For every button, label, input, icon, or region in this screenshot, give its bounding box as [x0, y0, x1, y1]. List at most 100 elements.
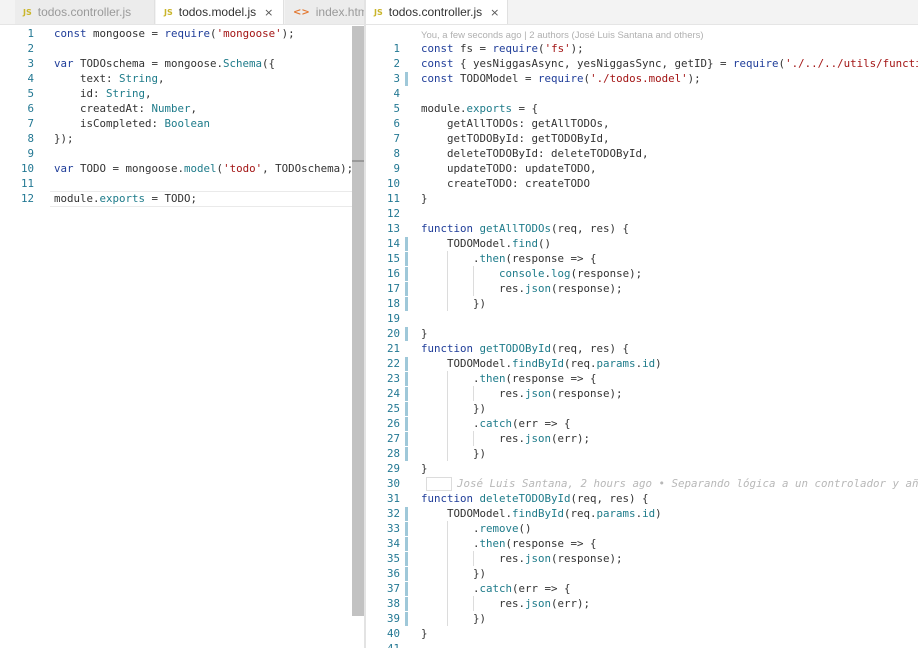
code-line[interactable]: 29} [366, 461, 918, 476]
code-line[interactable]: 27 res.json(err); [366, 431, 918, 446]
code-line[interactable]: 26 .catch(err => { [366, 416, 918, 431]
git-change-marker[interactable] [405, 537, 408, 551]
line-text[interactable]: var TODO = mongoose.model('todo', TODOsc… [54, 161, 353, 176]
code-line[interactable]: 6 createdAt: Number, [0, 101, 364, 116]
git-change-marker[interactable] [405, 432, 408, 446]
line-text[interactable]: var TODOschema = mongoose.Schema({ [54, 56, 275, 71]
code-line[interactable]: 4 [366, 86, 918, 101]
line-text[interactable]: createTODO: createTODO [421, 176, 590, 191]
line-text[interactable]: .remove() [421, 521, 532, 536]
git-change-marker[interactable] [405, 327, 408, 341]
code-line[interactable]: 8}); [0, 131, 364, 146]
git-change-marker[interactable] [405, 282, 408, 296]
code-line[interactable]: 12 [366, 206, 918, 221]
tab-index-html[interactable]: <> index.html [285, 0, 364, 24]
code-line[interactable]: 7 getTODOById: getTODOById, [366, 131, 918, 146]
line-text[interactable]: function deleteTODOById(req, res) { [421, 491, 649, 506]
line-text[interactable]: console.log(response); [421, 266, 642, 281]
code-line[interactable]: 10 var TODO = mongoose.model('todo', TODO… [0, 161, 364, 176]
code-line[interactable]: 1 const mongoose = require('mongoose'); [0, 26, 364, 41]
line-text[interactable]: updateTODO: updateTODO, [421, 161, 597, 176]
code-line[interactable]: 15 .then(response => { [366, 251, 918, 266]
git-change-marker[interactable] [405, 597, 408, 611]
line-text[interactable]: res.json(err); [421, 596, 590, 611]
git-change-marker[interactable] [405, 387, 408, 401]
code-line[interactable]: 23 .then(response => { [366, 371, 918, 386]
line-text[interactable]: isCompleted: Boolean [54, 116, 210, 131]
code-line[interactable]: 32 TODOModel.findById(req.params.id) [366, 506, 918, 521]
git-change-marker[interactable] [405, 252, 408, 266]
git-change-marker[interactable] [405, 417, 408, 431]
line-text[interactable]: res.json(response); [421, 551, 623, 566]
git-change-marker[interactable] [405, 372, 408, 386]
code-line[interactable]: 22 TODOModel.findById(req.params.id) [366, 356, 918, 371]
line-text[interactable]: } [421, 461, 428, 476]
code-line[interactable]: 6 getAllTODOs: getAllTODOs, [366, 116, 918, 131]
line-text[interactable]: .catch(err => { [421, 416, 571, 431]
code-line[interactable]: 25 }) [366, 401, 918, 416]
code-line[interactable]: 12 module.exports = TODO; [0, 191, 364, 207]
line-text[interactable]: res.json(err); [421, 431, 590, 446]
code-line[interactable]: 13 function getAllTODOs(req, res) { [366, 221, 918, 236]
code-line[interactable]: 14 TODOModel.find() [366, 236, 918, 251]
git-change-marker[interactable] [405, 297, 408, 311]
code-line[interactable]: 31 function deleteTODOById(req, res) { [366, 491, 918, 506]
git-change-marker[interactable] [405, 267, 408, 281]
line-text[interactable]: .catch(err => { [421, 581, 571, 596]
line-text[interactable]: }) [421, 611, 486, 626]
left-code-area[interactable]: 1 const mongoose = require('mongoose'); 2 3… [0, 26, 364, 207]
line-text[interactable]: module.exports = TODO; [54, 191, 197, 206]
line-text[interactable]: res.json(response); [421, 281, 623, 296]
code-line[interactable]: 10 createTODO: createTODO [366, 176, 918, 191]
git-change-marker[interactable] [405, 72, 408, 86]
git-change-marker[interactable] [405, 237, 408, 251]
code-line[interactable]: 39 }) [366, 611, 918, 626]
line-text[interactable]: res.json(response); [421, 386, 623, 401]
git-change-marker[interactable] [405, 357, 408, 371]
line-text[interactable]: function getAllTODOs(req, res) { [421, 221, 629, 236]
left-editor-pane[interactable]: JS todos.controller.js JS todos.model.js… [0, 0, 364, 648]
line-text[interactable]: const TODOModel = require('./todos.model… [421, 71, 701, 86]
vertical-scrollbar[interactable] [352, 26, 364, 616]
line-text[interactable]: function getTODOById(req, res) { [421, 341, 629, 356]
code-line[interactable]: 34 .then(response => { [366, 536, 918, 551]
line-text[interactable]: .then(response => { [421, 251, 597, 266]
code-line[interactable]: 33 .remove() [366, 521, 918, 536]
right-code-area[interactable]: 1 const fs = require('fs'); 2 const { yesNi… [366, 41, 918, 648]
git-change-marker[interactable] [405, 567, 408, 581]
line-text[interactable]: TODOModel.findById(req.params.id) [421, 506, 662, 521]
code-line[interactable]: 28 }) [366, 446, 918, 461]
line-text[interactable]: const fs = require('fs'); [421, 41, 584, 56]
line-text[interactable]: }) [421, 296, 486, 311]
git-change-marker[interactable] [405, 447, 408, 461]
code-line[interactable]: 7 isCompleted: Boolean [0, 116, 364, 131]
code-line[interactable]: 40} [366, 626, 918, 641]
code-line[interactable]: 4 text: String, [0, 71, 364, 86]
code-line[interactable]: 21 function getTODOById(req, res) { [366, 341, 918, 356]
code-line[interactable]: 2 [0, 41, 364, 56]
tab-todos-controller[interactable]: JS todos.controller.js [15, 0, 155, 24]
code-line[interactable]: 20} [366, 326, 918, 341]
line-text[interactable]: } [421, 626, 428, 641]
line-text[interactable]: createdAt: Number, [54, 101, 197, 116]
line-text[interactable]: const mongoose = require('mongoose'); [54, 26, 295, 41]
line-text[interactable]: text: String, [54, 71, 165, 86]
code-line[interactable]: 18 }) [366, 296, 918, 311]
git-change-marker[interactable] [405, 522, 408, 536]
right-editor-pane[interactable]: JS todos.controller.js × You, a few seco… [366, 0, 918, 648]
code-line[interactable]: 30 José Luis Santana, 2 hours ago • Separ… [366, 476, 918, 491]
code-line[interactable]: 38 res.json(err); [366, 596, 918, 611]
code-line[interactable]: 9 [0, 146, 364, 161]
tab-todos-controller-right[interactable]: JS todos.controller.js × [366, 0, 508, 24]
tab-todos-model[interactable]: JS todos.model.js × [156, 0, 284, 24]
git-change-marker[interactable] [405, 507, 408, 521]
git-change-marker[interactable] [405, 582, 408, 596]
code-line[interactable]: 1 const fs = require('fs'); [366, 41, 918, 56]
code-line[interactable]: 19 [366, 311, 918, 326]
line-text[interactable]: getAllTODOs: getAllTODOs, [421, 116, 610, 131]
line-text[interactable]: module.exports = { [421, 101, 538, 116]
git-change-marker[interactable] [405, 552, 408, 566]
code-line[interactable]: 3 const TODOModel = require('./todos.mode… [366, 71, 918, 86]
code-line[interactable]: 5 module.exports = { [366, 101, 918, 116]
code-line[interactable]: 2 const { yesNiggasAsync, yesNiggasSync, … [366, 56, 918, 71]
